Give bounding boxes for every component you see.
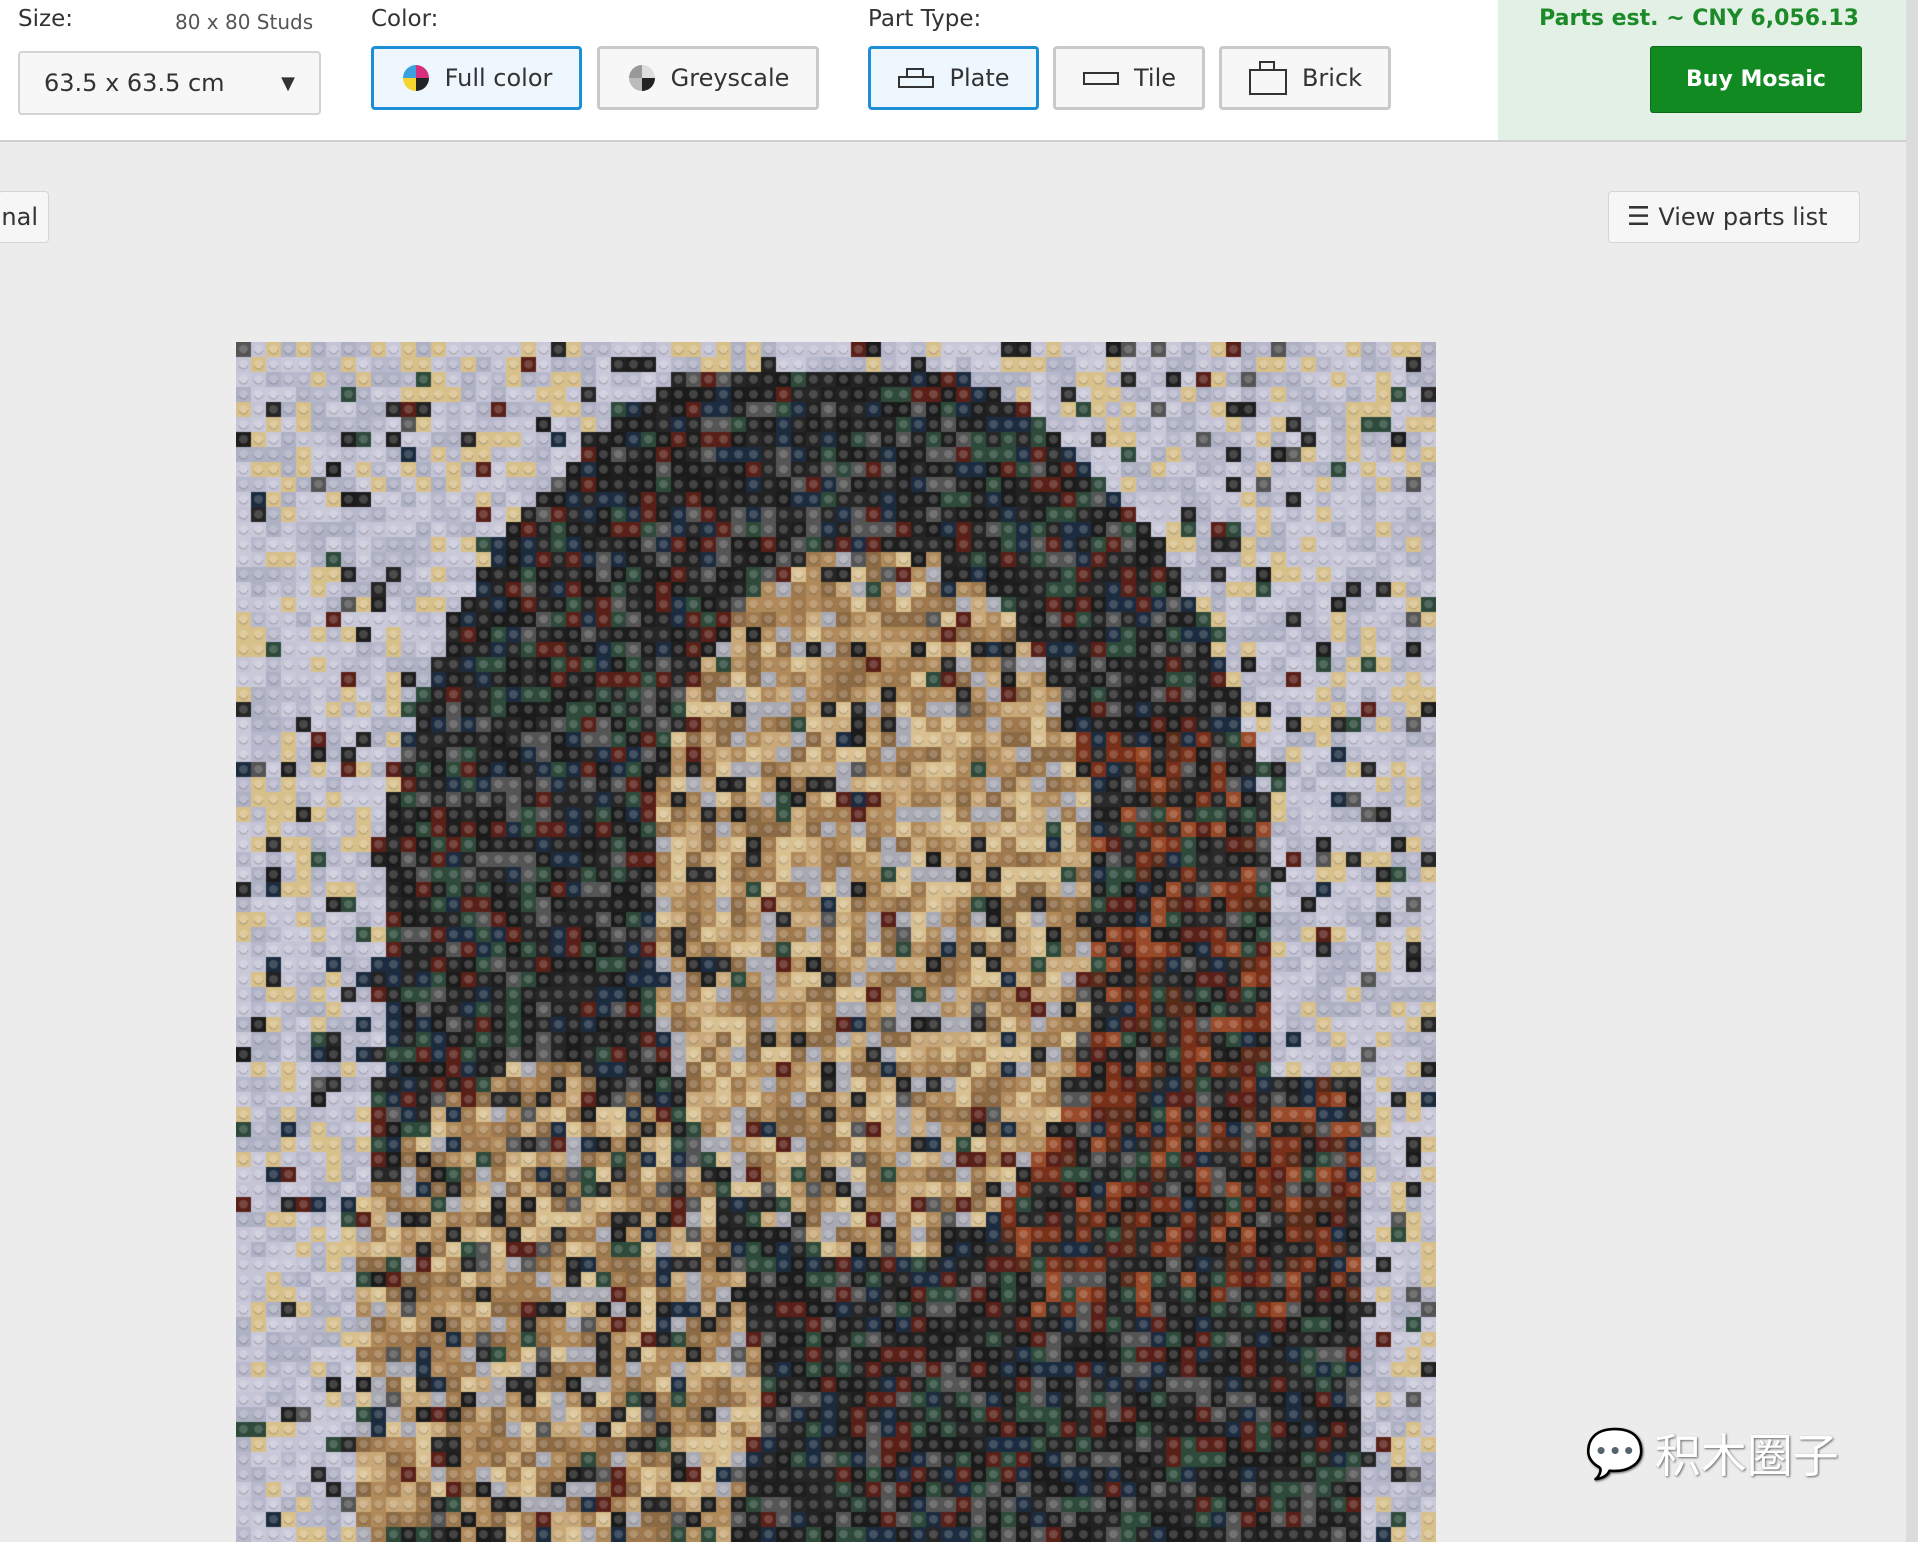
part-type-label: Part Type: xyxy=(868,6,982,32)
watermark: 💬 积木圈子 xyxy=(1585,1420,1839,1486)
size-studs: 80 x 80 Studs xyxy=(175,10,314,34)
original-button[interactable]: nal xyxy=(0,191,49,243)
chevron-down-icon: ▼ xyxy=(281,72,295,94)
plate-label: Plate xyxy=(949,64,1010,92)
tile-icon xyxy=(1082,72,1119,85)
greyscale-icon xyxy=(628,65,655,91)
parts-estimate: Parts est. ~ CNY 6,056.13 xyxy=(1539,6,1859,31)
greyscale-label: Greyscale xyxy=(670,64,790,92)
view-parts-list-button[interactable]: ☰ View parts list xyxy=(1608,191,1860,243)
mosaic-preview xyxy=(236,342,1436,1542)
full-color-label: Full color xyxy=(444,64,553,92)
tile-label: Tile xyxy=(1133,64,1177,92)
original-label: nal xyxy=(1,203,38,231)
size-label: Size: xyxy=(18,6,73,32)
scrollbar[interactable] xyxy=(1906,0,1918,1542)
brick-button[interactable]: Brick xyxy=(1219,46,1391,110)
greyscale-button[interactable]: Greyscale xyxy=(597,46,819,110)
price-panel: Parts est. ~ CNY 6,056.13 Buy Mosaic xyxy=(1498,0,1906,140)
wechat-icon: 💬 xyxy=(1585,1425,1645,1482)
brick-icon xyxy=(1248,61,1287,95)
full-color-button[interactable]: Full color xyxy=(371,46,582,110)
color-label: Color: xyxy=(371,6,439,32)
view-parts-list-label: View parts list xyxy=(1658,203,1828,231)
size-value: 63.5 x 63.5 cm xyxy=(44,69,225,97)
tile-button[interactable]: Tile xyxy=(1053,46,1205,110)
brick-label: Brick xyxy=(1301,64,1363,92)
plate-button[interactable]: Plate xyxy=(868,46,1039,110)
watermark-text: 积木圈子 xyxy=(1654,1429,1839,1483)
size-dropdown[interactable]: 63.5 x 63.5 cm ▼ xyxy=(18,51,321,115)
plate-icon xyxy=(898,68,935,88)
list-icon: ☰ xyxy=(1627,202,1651,232)
full-color-icon xyxy=(402,65,429,91)
buy-mosaic-button[interactable]: Buy Mosaic xyxy=(1650,46,1862,113)
